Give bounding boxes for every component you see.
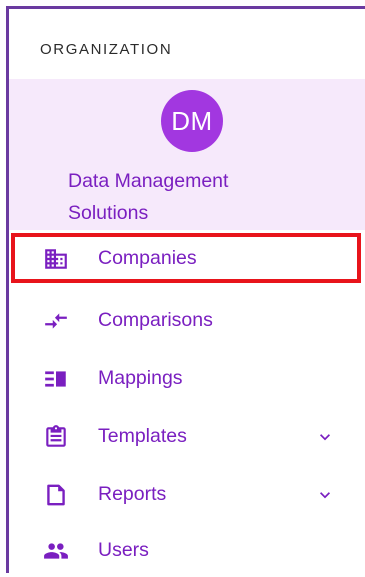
sidebar-top-border	[6, 6, 365, 9]
sidebar-item-companies[interactable]: Companies	[11, 233, 361, 283]
org-avatar[interactable]: DM	[161, 90, 223, 152]
compare-arrows-icon	[45, 313, 67, 329]
clipboard-icon	[46, 425, 66, 447]
sidebar-item-users[interactable]: Users	[9, 525, 365, 577]
sidebar-item-mappings[interactable]: Mappings	[9, 353, 365, 405]
sidebar-item-label: Templates	[98, 425, 187, 447]
report-icon	[47, 484, 65, 506]
section-heading: ORGANIZATION	[40, 41, 173, 58]
sidebar-item-label: Comparisons	[98, 309, 213, 331]
sidebar-item-reports[interactable]: Reports	[9, 469, 365, 521]
sidebar-item-label: Companies	[98, 247, 197, 269]
sidebar-item-templates[interactable]: Templates	[9, 411, 365, 463]
org-name: Data Management Solutions	[68, 170, 229, 224]
users-icon	[44, 543, 68, 559]
mapping-icon	[45, 371, 66, 387]
org-avatar-initials: DM	[171, 105, 213, 136]
sidebar-item-comparisons[interactable]: Comparisons	[9, 295, 365, 347]
chevron-down-icon[interactable]	[315, 427, 335, 447]
chevron-down-icon[interactable]	[315, 485, 335, 505]
building-icon	[45, 249, 67, 269]
sidebar-item-label: Mappings	[98, 367, 183, 389]
sidebar-item-label: Users	[98, 539, 149, 561]
sidebar-item-label: Reports	[98, 483, 167, 505]
